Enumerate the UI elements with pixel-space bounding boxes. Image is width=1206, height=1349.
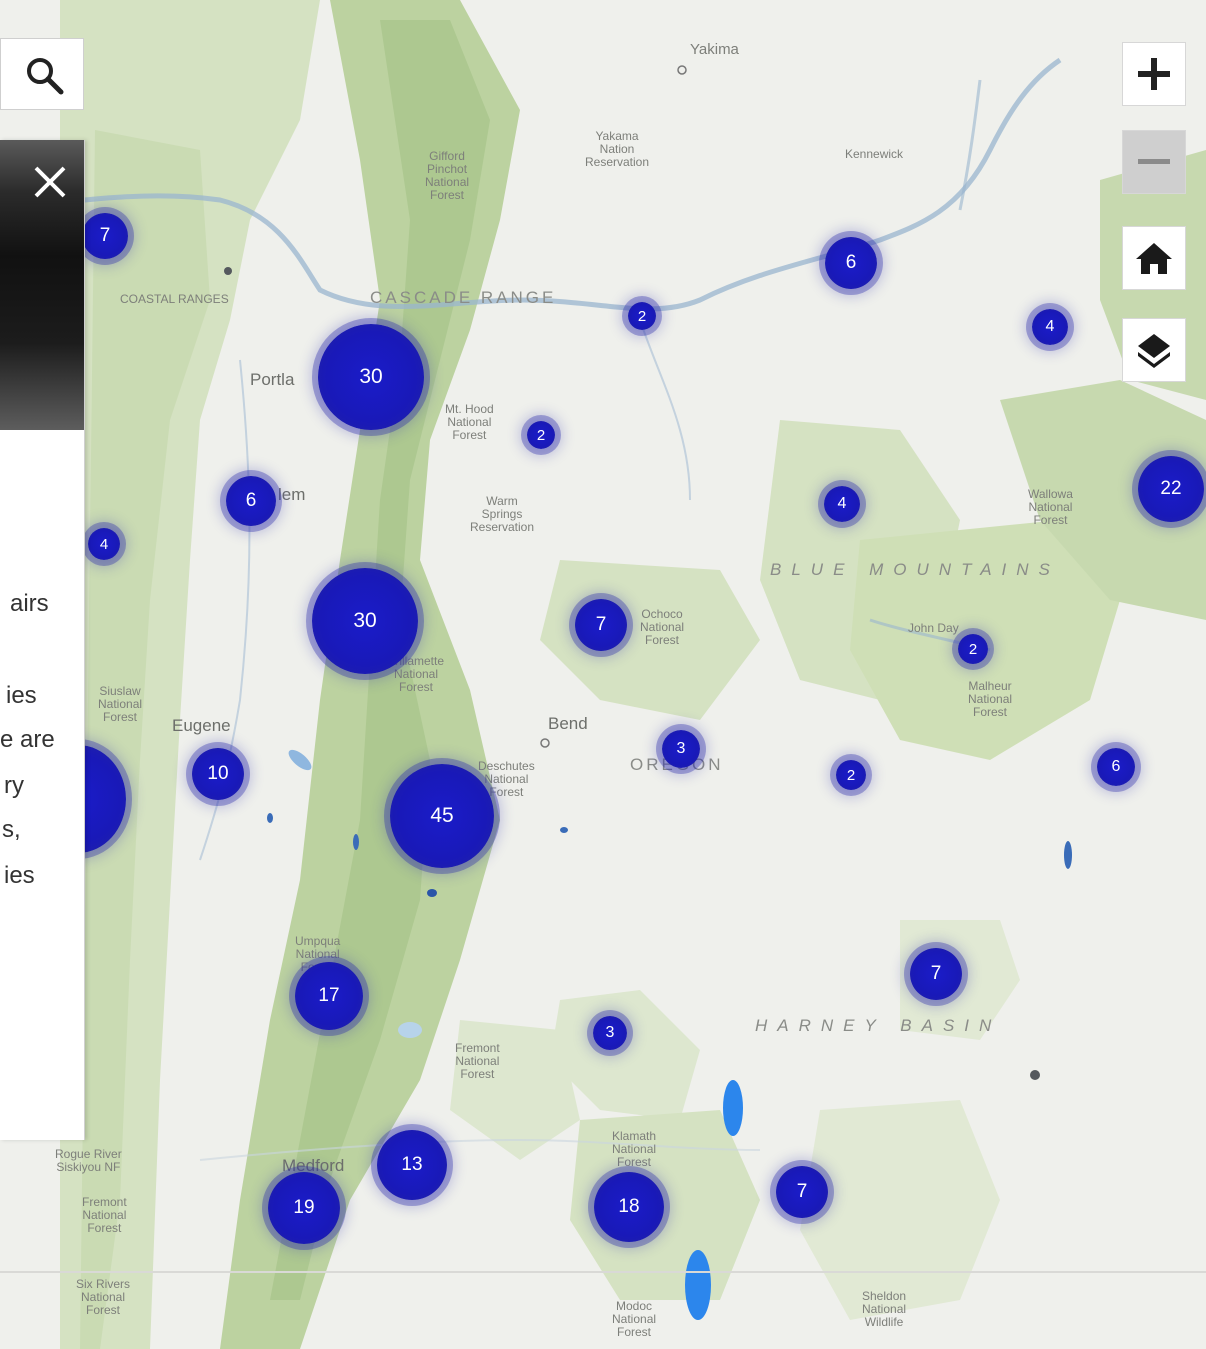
label-cascade-range: CASCADE RANGE (370, 288, 557, 307)
label-six-rivers: Six Rivers National Forest (76, 1277, 131, 1317)
label-yakima: Yakima (690, 41, 739, 58)
layers-button[interactable] (1122, 318, 1186, 382)
label-yakama-reservation: Yakama Nation Reservation (585, 129, 650, 169)
cluster-7-nw[interactable]: 7 (82, 213, 128, 259)
panel-text-line: e are (0, 726, 55, 753)
zoom-out-button[interactable] (1122, 130, 1186, 194)
home-icon (1136, 243, 1172, 274)
cluster-2-mthood[interactable]: 2 (527, 421, 555, 449)
cluster-19-medford[interactable]: 19 (268, 1172, 340, 1244)
close-icon (34, 166, 66, 198)
label-portland: Portla (250, 370, 295, 389)
cluster-3-fremont[interactable]: 3 (593, 1016, 627, 1050)
label-lakeview-forest: Fremont National Forest (82, 1195, 127, 1235)
map-canvas[interactable]: Yakima Yakama Nation Reservation Gifford… (0, 0, 1206, 1349)
cluster-3-oregon[interactable]: 3 (662, 730, 700, 768)
close-button[interactable] (30, 162, 70, 202)
minus-icon (1138, 159, 1170, 164)
label-bend: Bend (548, 714, 588, 733)
label-fremont: Fremont National Forest (455, 1041, 500, 1081)
label-wallowa: Wallowa National Forest (1028, 487, 1073, 527)
cluster-6-east[interactable]: 6 (1097, 748, 1135, 786)
cluster-2-columbia[interactable]: 2 (628, 302, 656, 330)
search-button[interactable] (23, 55, 67, 95)
label-harney-basin: HARNEY BASIN (755, 1016, 1002, 1035)
label-modoc: Modoc National Forest (612, 1299, 657, 1339)
label-coastal-ranges: COASTAL RANGES (120, 292, 229, 306)
search-box[interactable] (0, 38, 84, 110)
layers-icon (1138, 334, 1170, 368)
cluster-10-eugene[interactable]: 10 (192, 748, 244, 800)
cluster-6-kennewick[interactable]: 6 (825, 237, 877, 289)
basemap-terrain (0, 0, 1206, 1349)
cluster-30-portland[interactable]: 30 (318, 324, 424, 430)
label-kennewick: Kennewick (845, 147, 904, 161)
panel-text-line: ies (4, 862, 35, 889)
label-gifford-pinchot: Gifford Pinchot National Forest (425, 149, 470, 202)
cluster-13-medford[interactable]: 13 (377, 1130, 447, 1200)
cluster-7-ochoco[interactable]: 7 (575, 599, 627, 651)
label-sheldon: Sheldon National Wildlife (862, 1289, 907, 1329)
label-medford: Medford (282, 1156, 345, 1175)
zoom-in-button[interactable] (1122, 42, 1186, 106)
side-panel: airs ies e are ry s, ies (0, 140, 85, 1140)
cluster-2-johnday[interactable]: 2 (958, 634, 988, 664)
cluster-45-deschutes[interactable]: 45 (390, 764, 494, 868)
cluster-6-salem[interactable]: 6 (226, 476, 276, 526)
cluster-4-umatilla[interactable]: 4 (824, 486, 860, 522)
cluster-30-cascades[interactable]: 30 (312, 568, 418, 674)
panel-text-line: ry (4, 772, 24, 799)
cluster-7-lakeview[interactable]: 7 (776, 1166, 828, 1218)
label-blue-mountains: BLUE MOUNTAINS (770, 560, 1060, 579)
cluster-4-coast[interactable]: 4 (88, 528, 120, 560)
cluster-18-klamath[interactable]: 18 (594, 1172, 664, 1242)
label-siuslaw: Siuslaw National Forest (98, 684, 143, 724)
panel-text-line: ies (6, 682, 37, 709)
cluster-17-south[interactable]: 17 (295, 962, 363, 1030)
label-warm-springs: Warm Springs Reservation (470, 494, 535, 534)
panel-text-line: s, (2, 816, 21, 843)
label-ochoco: Ochoco National Forest (640, 607, 685, 647)
plus-icon (1138, 58, 1170, 90)
cluster-22-wallowa[interactable]: 22 (1138, 456, 1204, 522)
cluster-4-ne[interactable]: 4 (1032, 309, 1068, 345)
label-john-day: John Day (908, 621, 959, 635)
label-mt-hood: Mt. Hood National Forest (445, 402, 494, 442)
label-rogue-river: Rogue River Siskiyou NF (55, 1147, 122, 1174)
cluster-2-central[interactable]: 2 (836, 760, 866, 790)
search-icon (27, 58, 64, 95)
label-salem: lem (278, 485, 306, 504)
home-button[interactable] (1122, 226, 1186, 290)
panel-text-line: airs (10, 590, 49, 617)
label-klamath: Klamath National Forest (612, 1129, 657, 1169)
label-eugene: Eugene (172, 716, 231, 735)
cluster-7-harney[interactable]: 7 (910, 948, 962, 1000)
label-malheur: Malheur National Forest (968, 679, 1013, 719)
